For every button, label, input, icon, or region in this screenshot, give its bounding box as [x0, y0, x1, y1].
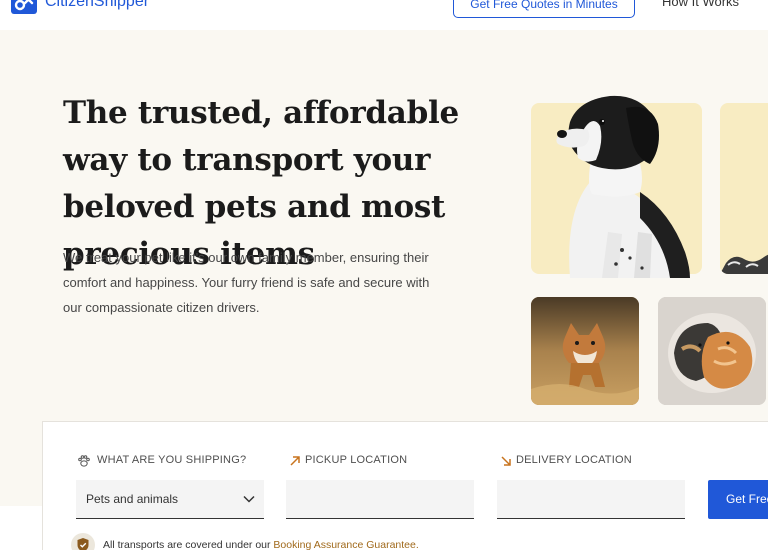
assurance-prefix: All transports are covered under our [103, 539, 274, 550]
pickup-label: PICKUP LOCATION [305, 454, 408, 466]
running-dog-photo [531, 297, 639, 405]
quote-form: WHAT ARE YOU SHIPPING? PICKUP LOCATION D… [42, 421, 768, 550]
booking-assurance-link[interactable]: Booking Assurance Guarantee. [273, 539, 418, 550]
cats-photo [658, 297, 766, 405]
dog-photo [556, 95, 690, 278]
get-quotes-button[interactable]: Get Free Quotes [708, 480, 768, 519]
chevron-down-icon [243, 495, 255, 503]
nav-how-it-works[interactable]: How It Works [662, 0, 739, 9]
shield-icon [71, 533, 95, 550]
logo-icon[interactable] [11, 0, 37, 14]
delivery-label: DELIVERY LOCATION [516, 454, 632, 466]
paw-icon [78, 455, 90, 467]
delivery-location-input[interactable] [497, 480, 685, 519]
logo-text[interactable]: CitizenShipper [45, 0, 149, 11]
hero-description: We treat your pet like it's our own fami… [63, 250, 430, 315]
shipping-type-value: Pets and animals [86, 492, 179, 506]
site-header: CitizenShipper Get Free Quotes in Minute… [0, 0, 768, 30]
get-quotes-header-button[interactable]: Get Free Quotes in Minutes [453, 0, 635, 18]
arrow-down-right-icon [501, 456, 511, 466]
arrow-up-right-icon [290, 456, 300, 466]
page: CitizenShipper Get Free Quotes in Minute… [0, 0, 768, 550]
shipping-type-select[interactable]: Pets and animals [76, 480, 264, 519]
assurance-note: All transports are covered under our Boo… [103, 539, 419, 550]
side-photo-tile [720, 103, 768, 274]
pickup-location-input[interactable] [286, 480, 474, 519]
shipping-label: WHAT ARE YOU SHIPPING? [97, 454, 247, 466]
